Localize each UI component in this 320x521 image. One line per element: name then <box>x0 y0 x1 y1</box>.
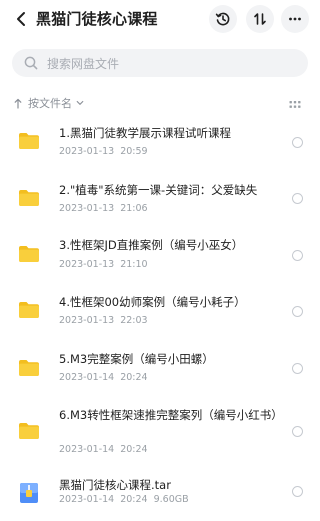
file-row[interactable]: 4.性框架00幼师案例（编号小耗子） 2023-01-13 22:03 <box>0 283 320 339</box>
folder-icon <box>19 302 39 318</box>
file-row[interactable]: 2."植毒"系统第一课-关键词：父爱缺失 2023-01-13 21:06 <box>0 170 320 226</box>
page-title: 黑猫门徒核心课程 <box>36 10 158 28</box>
select-checkbox[interactable] <box>292 193 303 204</box>
file-time: 20:24 <box>120 494 148 505</box>
search-box[interactable]: 搜索网盘文件 <box>12 49 308 77</box>
folder-icon <box>19 423 39 439</box>
top-bar: 黑猫门徒核心课程 <box>0 0 320 38</box>
file-name: 2."植毒"系统第一课-关键词：父爱缺失 <box>59 183 258 197</box>
file-name: 3.性框架JD直推案例（编号小巫女） <box>59 238 244 252</box>
file-meta: 2023-01-14 20:24 9.60GB <box>59 494 189 505</box>
file-row[interactable]: 5.M3完整案例（编号小田螺） 2023-01-14 20:24 <box>0 340 320 396</box>
file-meta: 2023-01-13 22:03 <box>59 315 148 326</box>
file-name: 5.M3完整案例（编号小田螺） <box>59 352 214 366</box>
search-icon <box>23 55 39 71</box>
folder-icon <box>19 133 39 149</box>
file-time: 21:10 <box>120 259 148 270</box>
file-row[interactable]: 黑猫门徒核心课程.tar 2023-01-14 20:24 9.60GB <box>0 468 320 521</box>
archive-file-icon <box>20 483 38 503</box>
file-name: 1.黑猫门徒教学展示课程试听课程 <box>59 126 231 140</box>
select-checkbox[interactable] <box>292 486 303 497</box>
file-size: 9.60GB <box>153 494 189 505</box>
history-icon <box>215 12 230 26</box>
search-placeholder: 搜索网盘文件 <box>47 56 120 71</box>
file-time: 21:06 <box>120 203 148 214</box>
file-date: 2023-01-14 <box>59 494 115 505</box>
select-checkbox[interactable] <box>292 306 303 317</box>
file-meta: 2023-01-13 20:59 <box>59 146 148 157</box>
file-meta: 2023-01-14 20:24 <box>59 444 148 455</box>
chevron-left-icon <box>17 12 25 26</box>
file-row[interactable]: 3.性框架JD直推案例（编号小巫女） 2023-01-13 21:10 <box>0 226 320 282</box>
history-button[interactable] <box>209 5 237 33</box>
select-checkbox[interactable] <box>292 426 303 437</box>
file-meta: 2023-01-13 21:10 <box>59 259 148 270</box>
file-name: 黑猫门徒核心课程.tar <box>59 478 171 492</box>
file-time: 20:59 <box>120 146 148 157</box>
sort-arrow-icon <box>14 98 24 109</box>
select-checkbox[interactable] <box>292 363 303 374</box>
file-time: 22:03 <box>120 315 148 326</box>
select-checkbox[interactable] <box>292 137 303 148</box>
file-date: 2023-01-14 <box>59 372 115 383</box>
file-row[interactable]: 6.M3转性框架速推完整案列（编号小红书） 2023-01-14 20:24 <box>0 398 320 464</box>
folder-icon <box>19 190 39 206</box>
file-row[interactable]: 1.黑猫门徒教学展示课程试听课程 2023-01-13 20:59 <box>0 114 320 170</box>
chevron-down-icon <box>76 100 84 106</box>
more-button[interactable] <box>281 5 309 33</box>
file-time: 20:24 <box>120 372 148 383</box>
file-meta: 2023-01-13 21:06 <box>59 203 148 214</box>
file-name: 4.性框架00幼师案例（编号小耗子） <box>59 295 246 309</box>
file-date: 2023-01-13 <box>59 146 115 157</box>
folder-icon <box>19 246 39 262</box>
select-checkbox[interactable] <box>292 250 303 261</box>
sort-label: 按文件名 <box>28 97 72 110</box>
sort-by-name-button[interactable]: 按文件名 <box>14 95 84 111</box>
back-button[interactable] <box>10 8 32 30</box>
file-time: 20:24 <box>120 444 148 455</box>
transfer-button[interactable] <box>246 5 274 33</box>
folder-icon <box>19 360 39 376</box>
file-meta: 2023-01-14 20:24 <box>59 372 148 383</box>
file-date: 2023-01-13 <box>59 203 115 214</box>
file-date: 2023-01-13 <box>59 315 115 326</box>
grid-view-icon <box>289 101 301 108</box>
file-date: 2023-01-13 <box>59 259 115 270</box>
grid-view-button[interactable] <box>289 97 301 109</box>
swap-arrows-icon <box>254 13 266 25</box>
sort-bar: 按文件名 <box>0 92 320 114</box>
more-dots-icon <box>289 17 301 21</box>
file-date: 2023-01-14 <box>59 444 115 455</box>
file-name: 6.M3转性框架速推完整案列（编号小红书） <box>59 408 283 422</box>
